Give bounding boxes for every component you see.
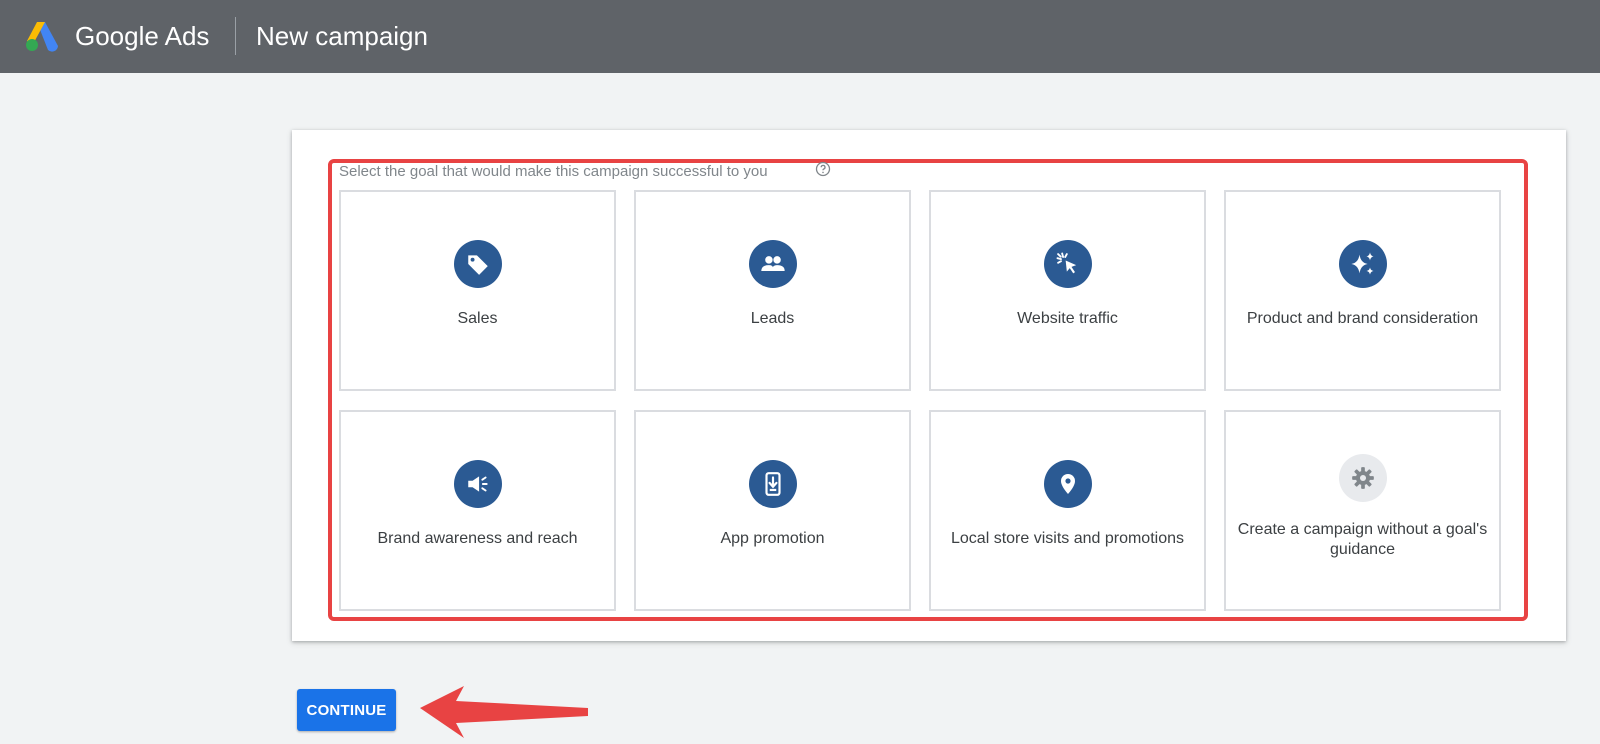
goal-label: Create a campaign without a goal's guida… [1237,521,1488,558]
phone-download-icon [748,460,797,508]
goal-tile-local-store-visits[interactable]: Local store visits and promotions [929,410,1206,611]
product-name: Google Ads [75,21,210,51]
goal-tile-brand-awareness[interactable]: Brand awareness and reach [339,410,616,611]
goal-tile-product-brand-consideration[interactable]: Product and brand consideration [1224,190,1501,391]
header-divider [235,17,236,55]
people-icon [748,240,797,288]
annotation-arrow-icon [420,686,588,738]
continue-button[interactable]: CONTINUE [297,689,396,731]
goal-label: App promotion [720,530,825,547]
goal-prompt: Select the goal that would make this cam… [339,163,768,180]
megaphone-icon [453,460,502,508]
google-ads-logo-icon[interactable] [25,19,60,52]
goal-tile-no-goal-guidance[interactable]: Create a campaign without a goal's guida… [1224,410,1501,611]
sparkle-icon [1338,240,1387,288]
goal-label: Sales [457,310,498,327]
tag-icon [453,240,502,288]
goal-label: Leads [750,310,795,327]
cursor-click-icon [1043,240,1092,288]
goal-label: Website traffic [1017,310,1118,327]
page-title: New campaign [256,21,428,51]
gear-icon [1338,454,1387,502]
goal-label: Brand awareness and reach [377,530,578,547]
goal-tile-leads[interactable]: Leads [634,190,911,391]
goal-tile-app-promotion[interactable]: App promotion [634,410,911,611]
goal-label: Local store visits and promotions [951,530,1184,547]
goal-tile-sales[interactable]: Sales [339,190,616,391]
goal-tile-website-traffic[interactable]: Website traffic [929,190,1206,391]
top-app-bar: Google Ads New campaign [0,0,1600,73]
map-pin-icon [1043,460,1092,508]
goal-label: Product and brand consideration [1246,310,1479,327]
goal-tiles-grid: Sales Leads Website traffic Product and … [339,190,1501,613]
help-circle-icon[interactable] [815,161,831,177]
